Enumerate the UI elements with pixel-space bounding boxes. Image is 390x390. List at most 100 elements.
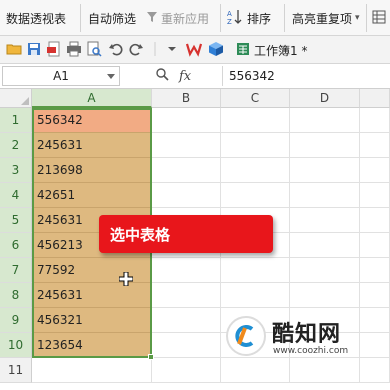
- row-header-3[interactable]: 3: [0, 158, 32, 183]
- cell-e8[interactable]: [360, 283, 390, 308]
- svg-text:A: A: [227, 10, 232, 18]
- highlight-duplicates-button[interactable]: 高亮重复项 ▾: [292, 0, 360, 36]
- cell-a2[interactable]: 245631: [32, 133, 152, 158]
- cell-c3[interactable]: [221, 158, 290, 183]
- column-header-a[interactable]: A: [32, 89, 152, 108]
- formula-value: 556342: [229, 69, 275, 83]
- column-header-next[interactable]: [360, 89, 390, 108]
- ribbon-divider: [284, 4, 285, 32]
- reapply-label: 重新应用: [161, 11, 210, 26]
- row-header-9[interactable]: 9: [0, 308, 32, 333]
- cell-a11[interactable]: [32, 358, 152, 383]
- formula-bar: A1 fx 556342: [0, 64, 390, 89]
- cell-c8[interactable]: [221, 283, 290, 308]
- zoom-icon[interactable]: [155, 67, 169, 85]
- cell-d6[interactable]: [290, 233, 360, 258]
- cell-b7[interactable]: [152, 258, 221, 283]
- cell-d1[interactable]: [290, 108, 360, 133]
- coozhi-logo-icon: [226, 316, 266, 356]
- cell-e2[interactable]: [360, 133, 390, 158]
- cell-a4[interactable]: 42651: [32, 183, 152, 208]
- cell-b4[interactable]: [152, 183, 221, 208]
- spreadsheet-icon: [236, 42, 250, 59]
- print-icon[interactable]: [66, 41, 82, 57]
- redo-icon[interactable]: [128, 41, 144, 57]
- cell-b11[interactable]: [152, 358, 221, 383]
- column-header-b[interactable]: B: [152, 89, 221, 108]
- cell-d7[interactable]: [290, 258, 360, 283]
- quick-access-toolbar: 工作簿1 *: [0, 36, 390, 64]
- wps-logo-icon[interactable]: [185, 41, 203, 57]
- cube-icon[interactable]: [208, 41, 224, 57]
- select-all-corner[interactable]: [0, 89, 32, 108]
- open-folder-icon[interactable]: [6, 41, 22, 57]
- document-tab[interactable]: 工作簿1 *: [236, 39, 307, 61]
- cell-e1[interactable]: [360, 108, 390, 133]
- cell-d8[interactable]: [290, 283, 360, 308]
- name-box[interactable]: A1: [2, 66, 120, 86]
- print-preview-icon[interactable]: [86, 41, 102, 57]
- row-header-7[interactable]: 7: [0, 258, 32, 283]
- ribbon-divider: [220, 4, 221, 32]
- cell-b2[interactable]: [152, 133, 221, 158]
- export-pdf-icon[interactable]: [46, 41, 62, 57]
- coozhi-watermark: 酷知网 www.coozhi.com: [222, 312, 388, 364]
- pivot-table-button[interactable]: 数据透视表: [6, 0, 66, 36]
- row-header-11[interactable]: 11: [0, 358, 32, 383]
- cell-a10[interactable]: 123654: [32, 333, 152, 358]
- auto-filter-button[interactable]: 自动筛选: [88, 0, 136, 36]
- cell-e6[interactable]: [360, 233, 390, 258]
- reapply-button[interactable]: 重新应用: [146, 0, 209, 36]
- table-grid-icon: [372, 10, 386, 27]
- column-header-c[interactable]: C: [221, 89, 290, 108]
- column-header-d[interactable]: D: [290, 89, 360, 108]
- cell-b3[interactable]: [152, 158, 221, 183]
- insert-function-button[interactable]: fx: [179, 69, 191, 84]
- select-table-callout: 选中表格: [99, 215, 273, 253]
- row-header-6[interactable]: 6: [0, 233, 32, 258]
- watermark-url: www.coozhi.com: [273, 346, 349, 356]
- filter-icon: [146, 11, 158, 26]
- row-header-10[interactable]: 10: [0, 333, 32, 358]
- cell-b10[interactable]: [152, 333, 221, 358]
- chevron-down-icon[interactable]: [164, 41, 180, 57]
- cell-b1[interactable]: [152, 108, 221, 133]
- row-header-2[interactable]: 2: [0, 133, 32, 158]
- fill-handle[interactable]: [148, 354, 154, 360]
- undo-icon[interactable]: [108, 41, 124, 57]
- cell-b8[interactable]: [152, 283, 221, 308]
- cell-d4[interactable]: [290, 183, 360, 208]
- cell-a7[interactable]: 77592: [32, 258, 152, 283]
- document-tab-label: 工作簿1 *: [254, 43, 308, 58]
- cell-c7[interactable]: [221, 258, 290, 283]
- sort-az-icon: A Z: [226, 8, 244, 29]
- cell-c4[interactable]: [221, 183, 290, 208]
- cell-a3[interactable]: 213698: [32, 158, 152, 183]
- cell-d3[interactable]: [290, 158, 360, 183]
- cell-e3[interactable]: [360, 158, 390, 183]
- sort-label: 排序: [247, 11, 272, 26]
- more-button[interactable]: [372, 0, 386, 36]
- cell-a8[interactable]: 245631: [32, 283, 152, 308]
- save-icon[interactable]: [26, 41, 42, 57]
- formula-input[interactable]: 556342: [222, 66, 388, 86]
- formula-tools: fx: [155, 67, 191, 85]
- cell-e7[interactable]: [360, 258, 390, 283]
- cell-e5[interactable]: [360, 208, 390, 233]
- svg-text:Z: Z: [227, 18, 232, 26]
- chevron-down-icon: ▾: [355, 13, 360, 23]
- cell-a1[interactable]: 556342: [32, 108, 152, 133]
- cell-c1[interactable]: [221, 108, 290, 133]
- cell-e4[interactable]: [360, 183, 390, 208]
- row-header-4[interactable]: 4: [0, 183, 32, 208]
- row-header-5[interactable]: 5: [0, 208, 32, 233]
- cell-d2[interactable]: [290, 133, 360, 158]
- cell-d5[interactable]: [290, 208, 360, 233]
- row-header-8[interactable]: 8: [0, 283, 32, 308]
- callout-text: 选中表格: [110, 225, 171, 244]
- sort-button[interactable]: A Z 排序: [226, 0, 271, 36]
- cell-b9[interactable]: [152, 308, 221, 333]
- row-header-1[interactable]: 1: [0, 108, 32, 133]
- cell-a9[interactable]: 456321: [32, 308, 152, 333]
- cell-c2[interactable]: [221, 133, 290, 158]
